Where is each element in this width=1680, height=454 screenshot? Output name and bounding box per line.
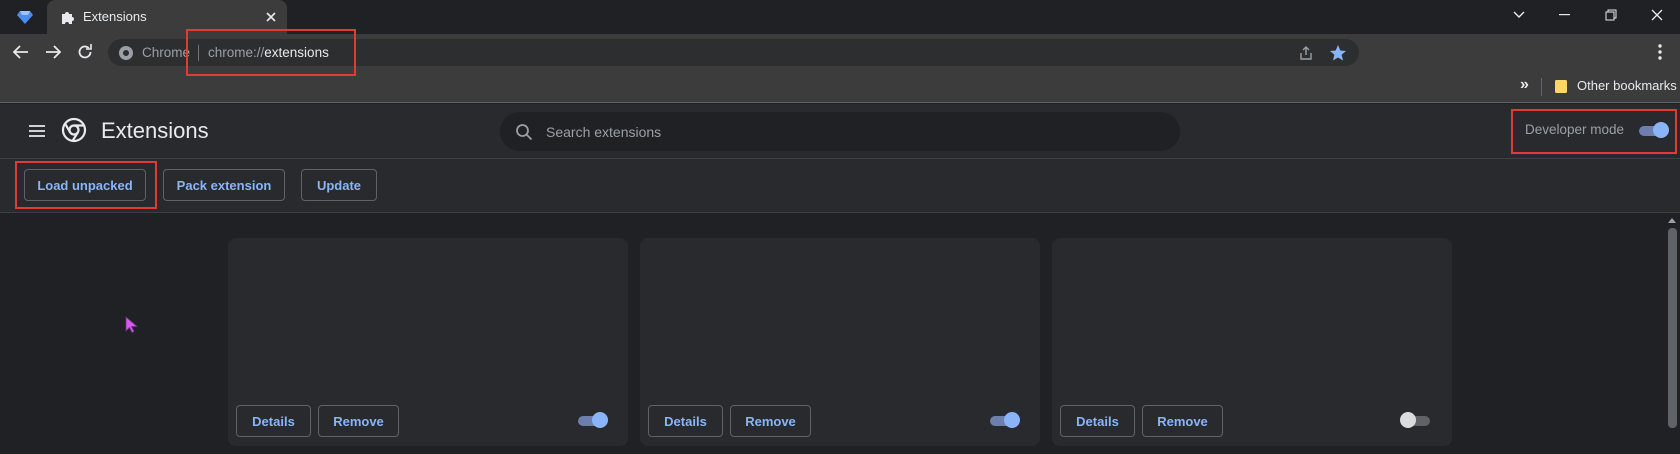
bookmarks-overflow-icon[interactable]: » — [1520, 76, 1529, 94]
toggle-knob — [1653, 122, 1669, 138]
close-icon[interactable] — [263, 9, 279, 25]
hamburger-icon[interactable] — [28, 122, 46, 140]
reload-icon[interactable] — [74, 41, 96, 63]
developer-mode-label: Developer mode — [1525, 122, 1625, 137]
title-bar: Extensions — [0, 0, 1680, 34]
details-button[interactable]: Details — [1060, 405, 1135, 437]
star-icon[interactable] — [1329, 44, 1347, 62]
arrow-right-icon[interactable] — [42, 41, 64, 63]
address-bar[interactable]: Chrome chrome://extensions — [108, 39, 1359, 66]
extension-card: Details Remove — [640, 238, 1040, 446]
tab-title: Extensions — [83, 9, 147, 24]
arrow-left-icon[interactable] — [10, 41, 32, 63]
bookmarks-divider — [1541, 78, 1542, 96]
tab-search-icon[interactable] — [1496, 0, 1542, 30]
url-text[interactable]: chrome://extensions — [208, 45, 329, 60]
bookmarks-bar: » Other bookmarks — [0, 70, 1680, 103]
toggle-knob — [1400, 412, 1416, 428]
scroll-up-arrow-icon[interactable] — [1668, 218, 1676, 223]
extension-enable-toggle[interactable] — [988, 412, 1020, 430]
kebab-menu-icon[interactable] — [1650, 40, 1670, 64]
extension-card: Details Remove — [228, 238, 628, 446]
window-close-icon[interactable] — [1634, 0, 1680, 30]
extensions-header: Extensions Developer mode — [0, 104, 1680, 159]
extension-enable-toggle[interactable] — [1400, 412, 1432, 430]
remove-button[interactable]: Remove — [318, 405, 399, 437]
search-box — [500, 112, 1180, 151]
page-title: Extensions — [101, 118, 209, 143]
extensions-list: Details Remove Details Remove Details Re… — [0, 214, 1665, 454]
extension-enable-toggle[interactable] — [576, 412, 608, 430]
details-button[interactable]: Details — [236, 405, 311, 437]
remove-button[interactable]: Remove — [1142, 405, 1223, 437]
remove-button[interactable]: Remove — [730, 405, 811, 437]
url-host: extensions — [264, 45, 329, 60]
site-label: Chrome — [142, 45, 191, 60]
toggle-knob — [592, 412, 608, 428]
puzzle-icon — [60, 9, 76, 25]
diamond-icon[interactable] — [16, 8, 34, 26]
restore-icon[interactable] — [1588, 0, 1634, 30]
omnibox-divider — [198, 45, 199, 61]
mouse-cursor-icon — [125, 316, 139, 334]
folder-icon[interactable] — [1553, 78, 1569, 94]
scroll-thumb[interactable] — [1668, 228, 1677, 428]
details-button[interactable]: Details — [648, 405, 723, 437]
developer-mode-toggle[interactable] — [1637, 122, 1669, 140]
search-input[interactable] — [546, 112, 1146, 151]
tab-extensions[interactable]: Extensions — [47, 0, 287, 34]
pack-extension-button[interactable]: Pack extension — [163, 169, 285, 201]
developer-action-bar: Load unpacked Pack extension Update — [0, 159, 1680, 213]
update-button[interactable]: Update — [301, 169, 377, 201]
load-unpacked-button[interactable]: Load unpacked — [24, 169, 146, 201]
chrome-site-icon — [118, 45, 134, 61]
toggle-knob — [1004, 412, 1020, 428]
browser-toolbar: Chrome chrome://extensions — [0, 34, 1680, 70]
bookmark-other-bookmarks[interactable]: Other bookmarks — [1577, 78, 1677, 93]
chrome-logo-icon — [61, 117, 87, 143]
url-scheme: chrome:// — [208, 45, 265, 60]
extension-card: Details Remove — [1052, 238, 1452, 446]
scrollbar[interactable] — [1665, 214, 1680, 454]
search-icon — [515, 123, 533, 141]
minimize-icon[interactable] — [1542, 0, 1588, 30]
share-icon[interactable] — [1298, 45, 1314, 61]
